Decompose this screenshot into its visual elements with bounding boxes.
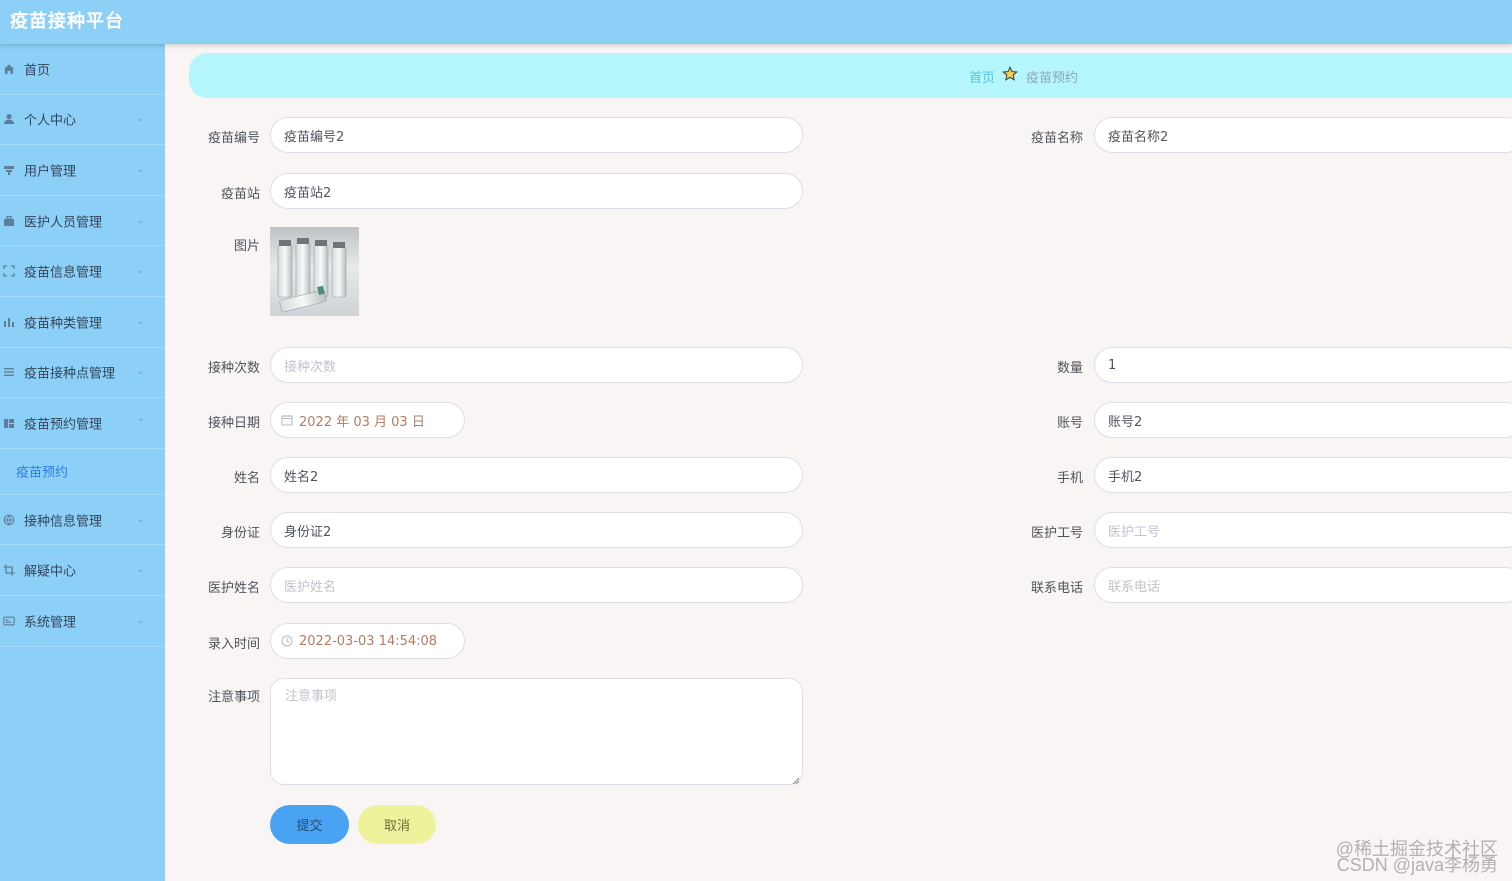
submit-button[interactable]: 提交 <box>270 805 349 844</box>
breadcrumb-current: 疫苗预约 <box>1026 71 1079 86</box>
sidebar: 首页 个人中心 ⌄ 用户管理 ⌄ 医护人员管理 ⌄ 疫苗信息管理 ⌄ 疫苗种类管… <box>0 44 165 881</box>
vaccine-name-label: 疫苗名称 <box>1030 131 1083 146</box>
staff-name-label: 医护姓名 <box>207 581 260 596</box>
sidebar-item-qa-center[interactable]: 解疑中心 ⌄ <box>0 545 165 596</box>
globe-icon <box>3 514 15 526</box>
chevron-down-icon: ⌄ <box>137 215 145 226</box>
breadcrumb: 首页 疫苗预约 <box>189 53 1512 98</box>
chevron-down-icon: ⌄ <box>137 164 145 175</box>
date-value: 2022 年 03 月 03 日 <box>299 414 425 430</box>
star-icon <box>1002 65 1018 82</box>
calendar-icon <box>281 414 293 426</box>
breadcrumb-home-link[interactable]: 首页 <box>969 67 995 86</box>
chevron-down-icon: ⌄ <box>137 114 145 125</box>
sidebar-item-label: 疫苗种类管理 <box>24 316 103 332</box>
app-title: 疫苗接种平台 <box>10 11 124 32</box>
sidebar-item-home[interactable]: 首页 <box>0 44 165 95</box>
resize-handle-icon[interactable] <box>792 774 800 785</box>
sidebar-item-label: 接种信息管理 <box>24 514 103 530</box>
card-icon <box>3 615 15 627</box>
name-input[interactable]: 姓名2 <box>270 457 803 493</box>
id-card-label: 身份证 <box>220 526 260 541</box>
entry-time-label: 录入时间 <box>207 637 260 652</box>
chevron-down-icon: ⌄ <box>137 316 145 327</box>
name-label: 姓名 <box>233 471 260 486</box>
date-picker[interactable]: 2022 年 03 月 03 日 <box>270 402 465 438</box>
vaccine-picture[interactable] <box>270 227 359 316</box>
dose-count-label: 接种次数 <box>207 361 260 376</box>
entry-time-picker[interactable]: 2022-03-03 14:54:08 <box>270 623 465 659</box>
sidebar-item-vaccine-info[interactable]: 疫苗信息管理 ⌄ <box>0 246 165 297</box>
sidebar-item-vaccination-site[interactable]: 疫苗接种点管理 ⌄ <box>0 348 165 399</box>
briefcase-icon <box>3 215 15 227</box>
chevron-down-icon: ⌄ <box>137 266 145 277</box>
sidebar-item-label: 首页 <box>24 63 51 79</box>
phone-label: 手机 <box>1056 471 1083 486</box>
list-icon <box>3 366 15 378</box>
quantity-label: 数量 <box>1056 361 1083 376</box>
sidebar-subitem-appointment[interactable]: 疫苗预约 <box>0 449 165 495</box>
staff-no-input[interactable]: 医护工号 <box>1094 512 1512 548</box>
sidebar-item-vaccine-type[interactable]: 疫苗种类管理 ⌄ <box>0 297 165 348</box>
notes-label: 注意事项 <box>207 690 260 705</box>
sidebar-item-label: 疫苗信息管理 <box>24 265 103 281</box>
account-label: 账号 <box>1056 416 1083 431</box>
cancel-button[interactable]: 取消 <box>358 805 436 844</box>
sidebar-item-label: 医护人员管理 <box>24 215 103 231</box>
sidebar-item-user-management[interactable]: 用户管理 ⌄ <box>0 145 165 196</box>
sidebar-item-label: 系统管理 <box>24 615 77 631</box>
notes-textarea[interactable]: 注意事项 <box>270 678 803 785</box>
chevron-up-icon: ⌃ <box>137 417 145 428</box>
station-input[interactable]: 疫苗站2 <box>270 173 803 209</box>
chevron-down-icon: ⌄ <box>137 514 145 525</box>
station-label: 疫苗站 <box>220 187 260 202</box>
clock-icon <box>281 635 293 647</box>
sidebar-item-system-management[interactable]: 系统管理 ⌄ <box>0 596 165 647</box>
staff-name-input[interactable]: 医护姓名 <box>270 567 803 603</box>
sidebar-subitem-label: 疫苗预约 <box>16 465 69 481</box>
vaccine-no-label: 疫苗编号 <box>207 131 260 146</box>
dose-count-input[interactable]: 接种次数 <box>270 347 803 383</box>
id-card-input[interactable]: 身份证2 <box>270 512 803 548</box>
top-bar: 疫苗接种平台 <box>0 0 1512 44</box>
vaccine-name-input[interactable]: 疫苗名称2 <box>1094 117 1512 153</box>
entry-time-value: 2022-03-03 14:54:08 <box>299 633 438 649</box>
sidebar-item-label: 疫苗接种点管理 <box>24 366 116 382</box>
sidebar-item-label: 疫苗预约管理 <box>24 417 103 433</box>
chevron-down-icon: ⌄ <box>137 367 145 378</box>
chevron-down-icon: ⌄ <box>137 615 145 626</box>
chevron-down-icon: ⌄ <box>137 565 145 576</box>
sidebar-item-medical-staff[interactable]: 医护人员管理 ⌄ <box>0 196 165 247</box>
watermark-csdn: CSDN @java李杨勇 <box>1336 855 1498 875</box>
picture-label: 图片 <box>233 239 260 254</box>
home-icon <box>3 63 15 75</box>
phone-input[interactable]: 手机2 <box>1094 457 1512 493</box>
date-label: 接种日期 <box>207 416 260 431</box>
frame-icon <box>3 265 15 277</box>
sidebar-item-appointment-management[interactable]: 疫苗预约管理 ⌃ <box>0 398 165 449</box>
user-icon <box>3 113 15 125</box>
quantity-input[interactable]: 1 <box>1094 347 1512 383</box>
contact-phone-input[interactable]: 联系电话 <box>1094 567 1512 603</box>
staff-no-label: 医护工号 <box>1030 526 1083 541</box>
sidebar-item-personal-center[interactable]: 个人中心 ⌄ <box>0 95 165 146</box>
sidebar-item-label: 个人中心 <box>24 113 77 129</box>
sidebar-item-label: 解疑中心 <box>24 564 77 580</box>
grid-icon <box>3 417 15 429</box>
notes-placeholder: 注意事项 <box>285 689 338 704</box>
account-input[interactable]: 账号2 <box>1094 402 1512 438</box>
user-manage-icon <box>3 164 15 176</box>
sidebar-item-label: 用户管理 <box>24 164 77 180</box>
sidebar-item-vaccination-info[interactable]: 接种信息管理 ⌄ <box>0 495 165 546</box>
bar-chart-icon <box>3 316 15 328</box>
crop-icon <box>3 564 15 576</box>
vaccine-no-input[interactable]: 疫苗编号2 <box>270 117 803 153</box>
contact-phone-label: 联系电话 <box>1030 581 1083 596</box>
